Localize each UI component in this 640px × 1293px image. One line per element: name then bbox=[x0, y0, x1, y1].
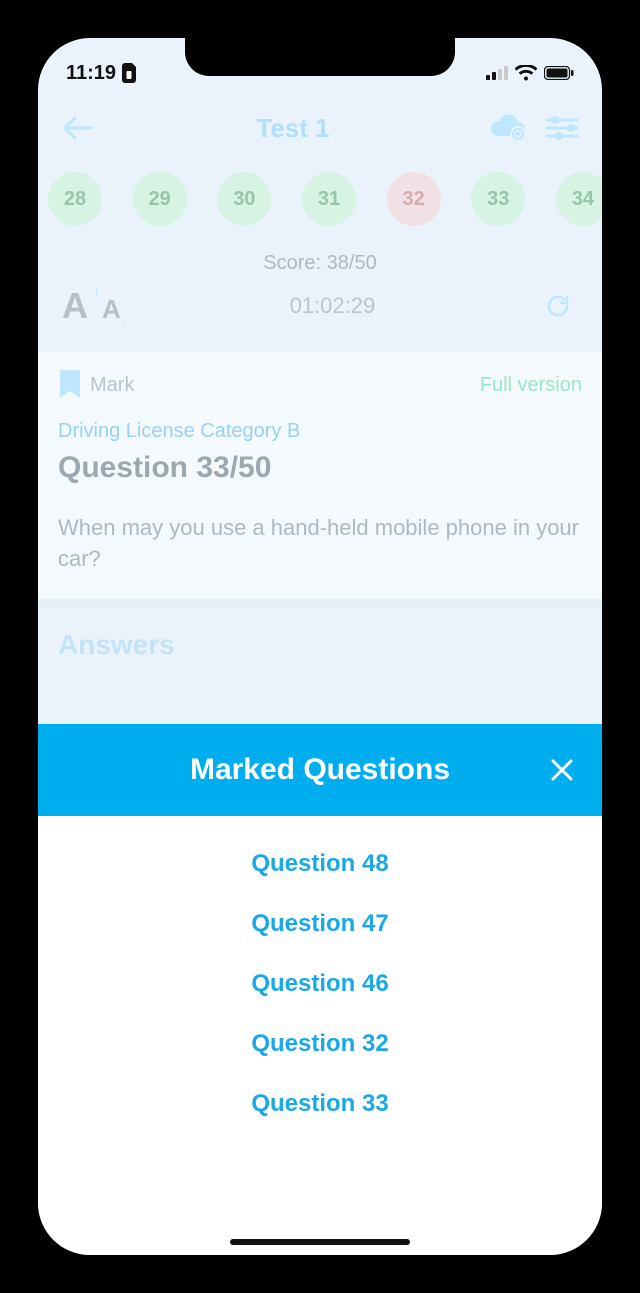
status-time: 11:19 bbox=[66, 62, 116, 85]
refresh-icon bbox=[545, 293, 571, 319]
back-button[interactable] bbox=[58, 108, 98, 148]
arrow-left-icon bbox=[63, 116, 93, 140]
home-indicator[interactable] bbox=[230, 1239, 410, 1245]
cellular-icon bbox=[486, 66, 508, 80]
page-title: Test 1 bbox=[98, 113, 488, 144]
qnav-item[interactable]: 32 bbox=[387, 172, 441, 226]
qnav-item[interactable]: 29 bbox=[133, 172, 187, 226]
battery-icon bbox=[544, 66, 574, 80]
marked-questions-sheet: Marked Questions Question 48 Question 47… bbox=[38, 724, 602, 1255]
category-label: Driving License Category B bbox=[58, 420, 582, 443]
marked-question-item[interactable]: Question 47 bbox=[251, 910, 388, 938]
qnav-item[interactable]: 28 bbox=[48, 172, 102, 226]
marked-question-item[interactable]: Question 48 bbox=[251, 850, 388, 878]
marked-question-item[interactable]: Question 46 bbox=[251, 970, 388, 998]
sliders-icon bbox=[545, 115, 579, 141]
font-increase-button[interactable]: A↑ bbox=[62, 285, 88, 327]
close-icon bbox=[550, 758, 574, 782]
sheet-title: Marked Questions bbox=[190, 753, 450, 787]
score-label: Score: 38/50 bbox=[38, 246, 602, 275]
cloud-sync-button[interactable] bbox=[488, 108, 528, 148]
font-decrease-button[interactable]: A↓ bbox=[102, 294, 127, 327]
wifi-icon bbox=[515, 65, 537, 81]
bookmark-icon bbox=[58, 370, 82, 400]
close-button[interactable] bbox=[544, 752, 580, 788]
marked-question-item[interactable]: Question 32 bbox=[251, 1030, 388, 1058]
cloud-sync-icon bbox=[489, 114, 527, 142]
question-counter: Question 33/50 bbox=[58, 451, 582, 485]
mark-label: Mark bbox=[90, 374, 134, 397]
full-version-link[interactable]: Full version bbox=[480, 374, 582, 397]
sim-icon bbox=[122, 63, 138, 83]
mark-toggle[interactable]: Mark bbox=[58, 370, 134, 400]
question-text: When may you use a hand-held mobile phon… bbox=[58, 513, 582, 575]
timer: 01:02:29 bbox=[290, 293, 376, 319]
qnav-item[interactable]: 31 bbox=[302, 172, 356, 226]
question-nav[interactable]: 28 29 30 31 32 33 34 bbox=[38, 158, 602, 246]
qnav-item[interactable]: 33 bbox=[471, 172, 525, 226]
answers-heading: Answers bbox=[38, 607, 602, 669]
marked-question-item[interactable]: Question 33 bbox=[251, 1090, 388, 1118]
qnav-item[interactable]: 34 bbox=[556, 172, 602, 226]
refresh-button[interactable] bbox=[538, 286, 578, 326]
settings-button[interactable] bbox=[542, 108, 582, 148]
qnav-item[interactable]: 30 bbox=[217, 172, 271, 226]
